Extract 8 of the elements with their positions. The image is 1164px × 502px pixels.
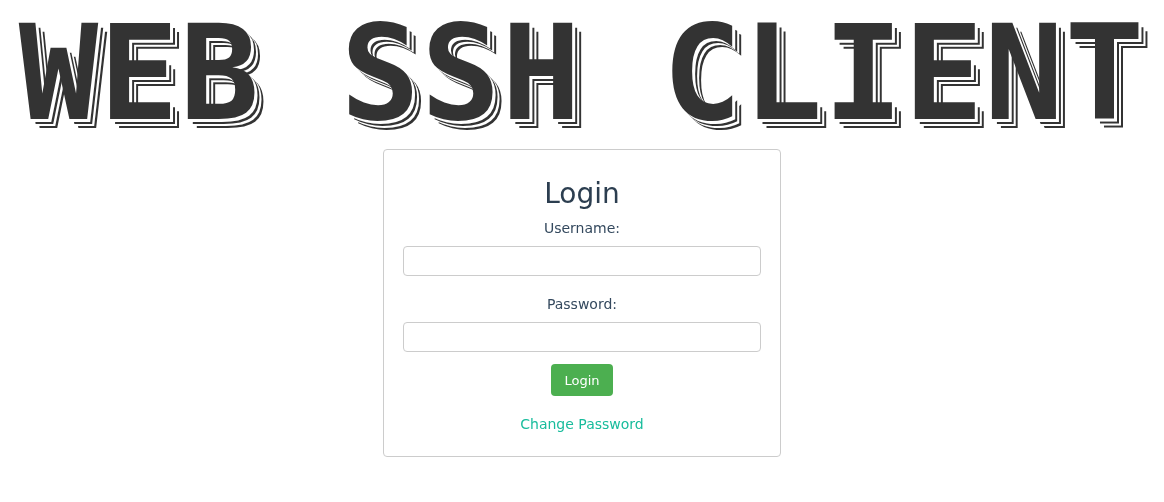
banner-title: WEB SSH CLIENT (18, 14, 1146, 135)
field-label: Username: (543, 219, 621, 238)
input-field[interactable] (403, 246, 761, 277)
login-heading: Login (544, 176, 620, 212)
input-field[interactable] (403, 322, 761, 353)
change-password-link[interactable]: Change Password (520, 416, 644, 432)
field-label: Password: (546, 295, 618, 315)
login-button[interactable]: Login (551, 364, 613, 396)
